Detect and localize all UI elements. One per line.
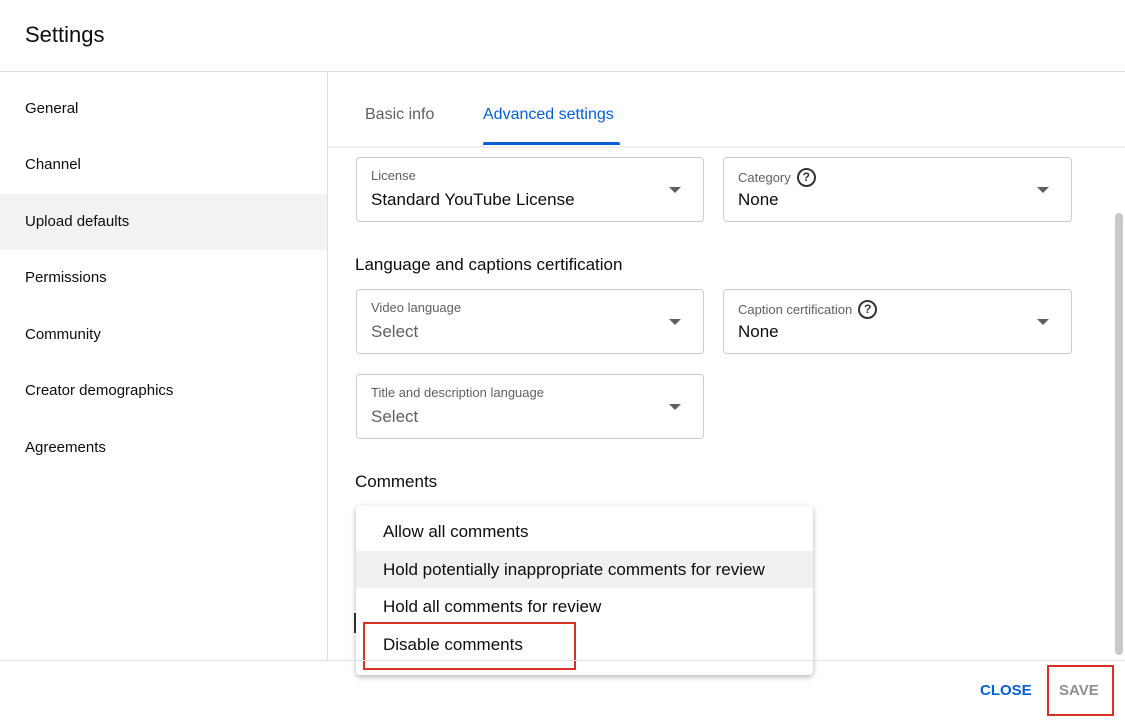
license-select[interactable]: License Standard YouTube License [356,157,704,222]
video-language-select[interactable]: Video language Select [356,289,704,354]
category-label: Category [738,170,791,185]
annotation-box-save [1047,665,1114,716]
language-section-heading: Language and captions certification [355,255,623,274]
scrollbar[interactable] [1115,213,1123,655]
menu-item-allow-all[interactable]: Allow all comments [356,513,813,551]
dialog-title: Settings [25,22,105,47]
caption-certification-select[interactable]: Caption certification? None [723,289,1072,354]
category-value: None [738,190,779,209]
menu-item-hold-all[interactable]: Hold all comments for review [356,588,813,626]
license-label: License [371,168,416,183]
title-description-language-select[interactable]: Title and description language Select [356,374,704,439]
active-tab-indicator [483,142,620,145]
title-description-language-label: Title and description language [371,385,544,400]
help-icon[interactable]: ? [858,300,878,319]
tabs-divider [328,146,1125,148]
video-language-value: Select [371,322,419,341]
sidebar-divider [327,72,328,660]
dropdown-arrow-icon [669,404,681,410]
sidebar-item-channel[interactable]: Channel [0,137,327,193]
annotation-box-disable [363,622,576,670]
menu-item-hold-inappropriate[interactable]: Hold potentially inappropriate comments … [356,550,813,588]
license-value: Standard YouTube License [371,190,575,209]
sidebar-item-upload-defaults[interactable]: Upload defaults [0,194,327,250]
dropdown-arrow-icon [1037,187,1049,193]
dropdown-arrow-icon [669,319,681,325]
tab-advanced-settings[interactable]: Advanced settings [483,106,614,124]
help-icon[interactable]: ? [796,168,816,187]
sidebar-item-creator-demographics[interactable]: Creator demographics [0,363,327,419]
category-select[interactable]: Category? None [723,157,1072,222]
title-description-language-value: Select [371,407,419,426]
sidebar-item-permissions[interactable]: Permissions [0,250,327,306]
caption-certification-label: Caption certification [738,302,853,317]
comments-section-heading: Comments [355,472,438,491]
close-button[interactable]: CLOSE [980,682,1032,699]
sidebar-item-agreements[interactable]: Agreements [0,420,327,476]
dropdown-arrow-icon [669,187,681,193]
header-divider [0,71,1125,72]
video-language-label: Video language [371,300,462,315]
dropdown-arrow-icon [1037,319,1049,325]
footer-divider [0,660,1125,661]
tab-basic-info[interactable]: Basic info [365,106,434,124]
caption-certification-value: None [738,322,779,341]
sidebar-item-general[interactable]: General [0,81,327,137]
sidebar-item-community[interactable]: Community [0,307,327,363]
